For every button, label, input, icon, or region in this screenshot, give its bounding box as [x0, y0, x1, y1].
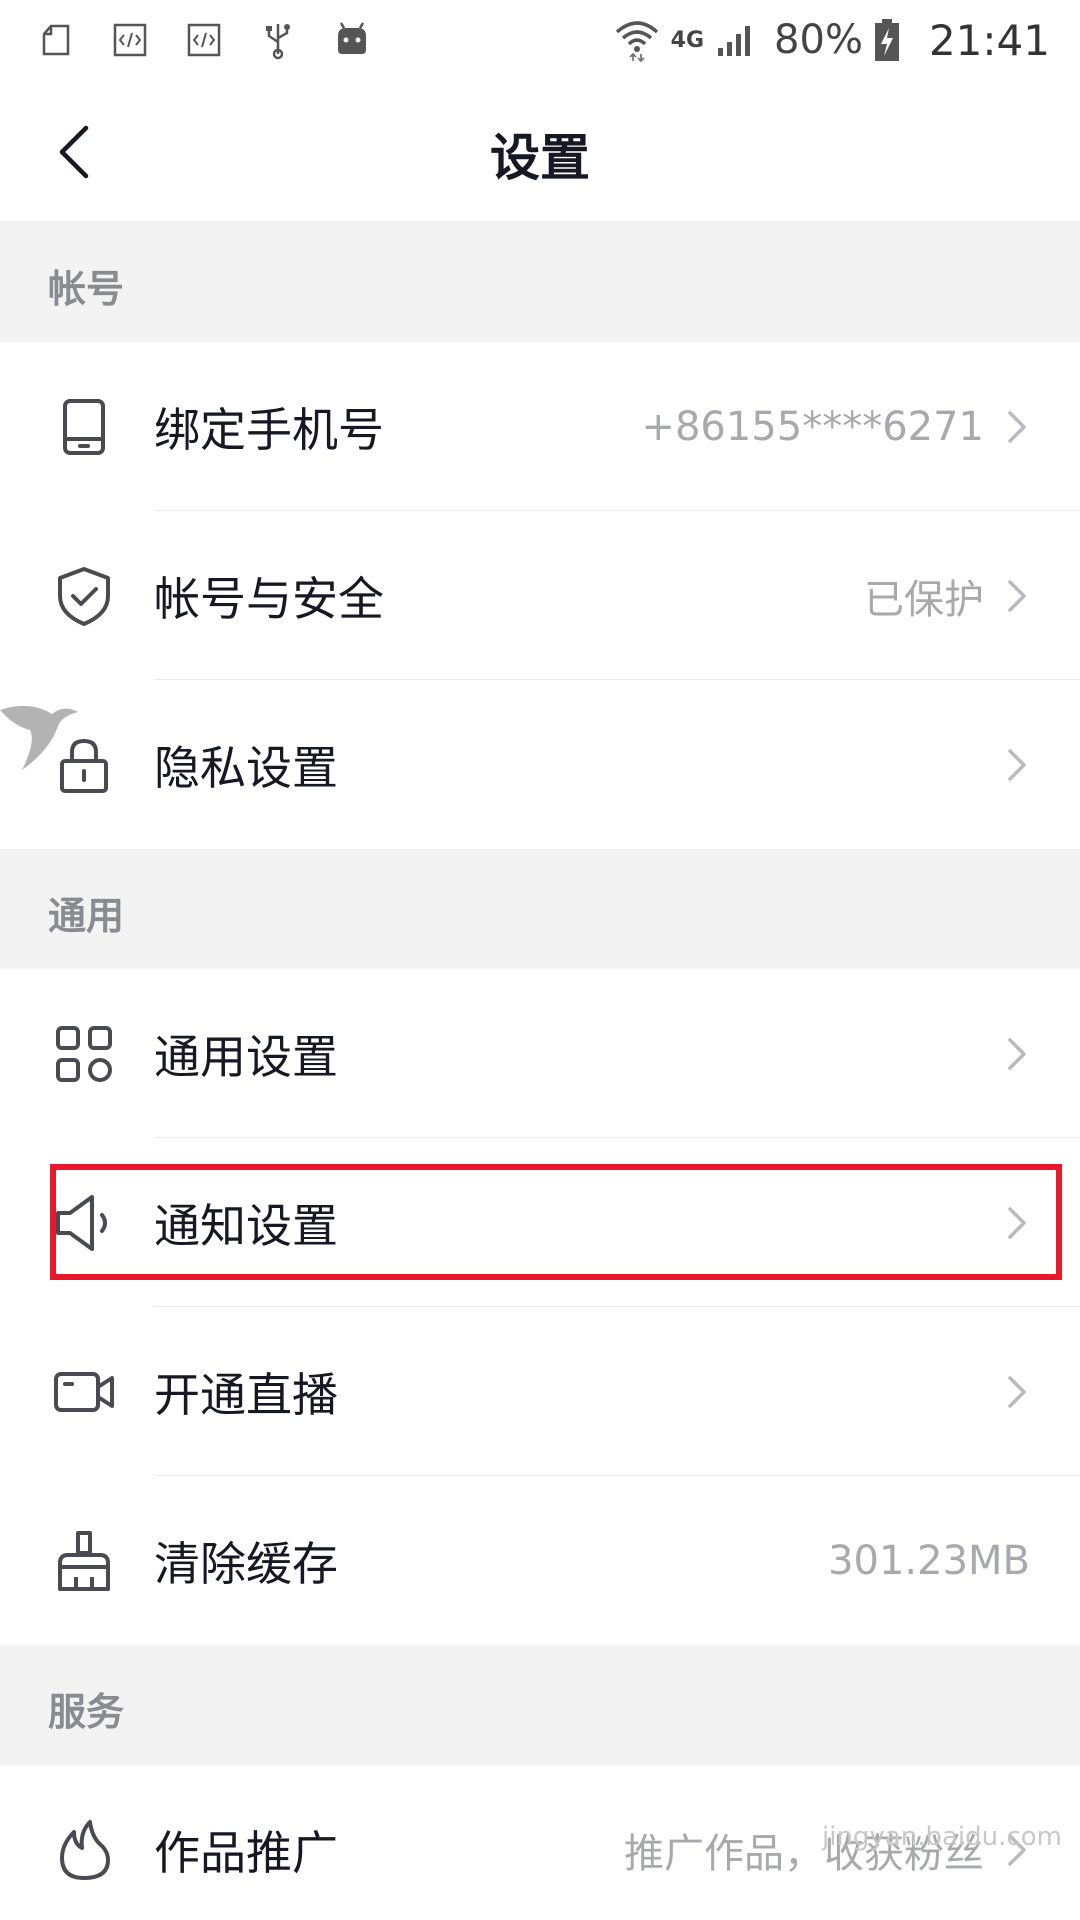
section-header-services: 服务 [0, 1645, 1080, 1765]
section-title: 服务 [48, 1690, 125, 1734]
settings-row-bind-phone[interactable]: 绑定手机号 +86155****6271 [0, 342, 1080, 511]
notification-code-icon [113, 23, 147, 57]
video-camera-icon [54, 1371, 114, 1412]
row-value: 已保护 [864, 576, 984, 623]
grid-icon [56, 1025, 112, 1082]
notification-file-icon [42, 24, 70, 56]
section-header-general: 通用 [0, 849, 1080, 969]
broom-icon [58, 1530, 110, 1591]
settings-row-general[interactable]: 通用设置 [0, 969, 1080, 1138]
section-header-account: 帐号 [0, 222, 1080, 342]
bird-logo-icon [0, 705, 78, 770]
status-bar: 4G 80% 21:41 [0, 0, 1080, 80]
row-label: 帐号与安全 [154, 571, 384, 626]
row-value: 301.23MB [828, 1537, 1030, 1584]
chevron-right-icon [1008, 410, 1026, 443]
row-label: 通用设置 [154, 1029, 338, 1084]
settings-row-privacy[interactable]: 隐私设置 [0, 680, 1080, 849]
android-debug-icon [338, 22, 366, 54]
shield-check-icon [58, 566, 110, 626]
chevron-right-icon [1008, 748, 1026, 781]
chevron-right-icon [1008, 1375, 1026, 1408]
chevron-right-icon [1008, 1037, 1026, 1070]
nav-bar: 设置 [0, 80, 1080, 222]
network-type-label: 4G [670, 27, 705, 53]
settings-row-account-security[interactable]: 帐号与安全 已保护 [0, 511, 1080, 680]
status-notification-icons [36, 20, 372, 60]
battery-percentage: 80% [774, 17, 863, 63]
row-label: 清除缓存 [154, 1536, 338, 1591]
status-time: 21:41 [928, 15, 1050, 65]
usb-icon [266, 24, 290, 60]
signal-icon [718, 26, 751, 56]
row-label: 绑定手机号 [154, 402, 384, 457]
settings-row-live-stream[interactable]: 开通直播 [0, 1307, 1080, 1476]
status-system-icons: 4G 80% 21:41 [613, 16, 1050, 65]
chevron-right-icon [1008, 579, 1026, 612]
row-value: +86155****6271 [641, 403, 984, 450]
notification-code-icon-2 [187, 23, 221, 57]
highlight-annotation-box [50, 1164, 1062, 1280]
section-title: 帐号 [48, 267, 125, 311]
settings-row-clear-cache[interactable]: 清除缓存 301.23MB [0, 1476, 1080, 1645]
battery-charging-icon [874, 19, 899, 61]
phone-icon [63, 398, 105, 455]
row-label: 开通直播 [154, 1367, 338, 1422]
page-title: 设置 [490, 129, 590, 187]
section-title: 通用 [48, 894, 125, 938]
row-label: 作品推广 [154, 1825, 338, 1880]
flame-icon [60, 1819, 110, 1880]
watermark-text: jingyan.baidu.com [822, 1822, 1062, 1852]
row-label: 隐私设置 [154, 740, 338, 795]
wifi-icon [615, 21, 658, 62]
